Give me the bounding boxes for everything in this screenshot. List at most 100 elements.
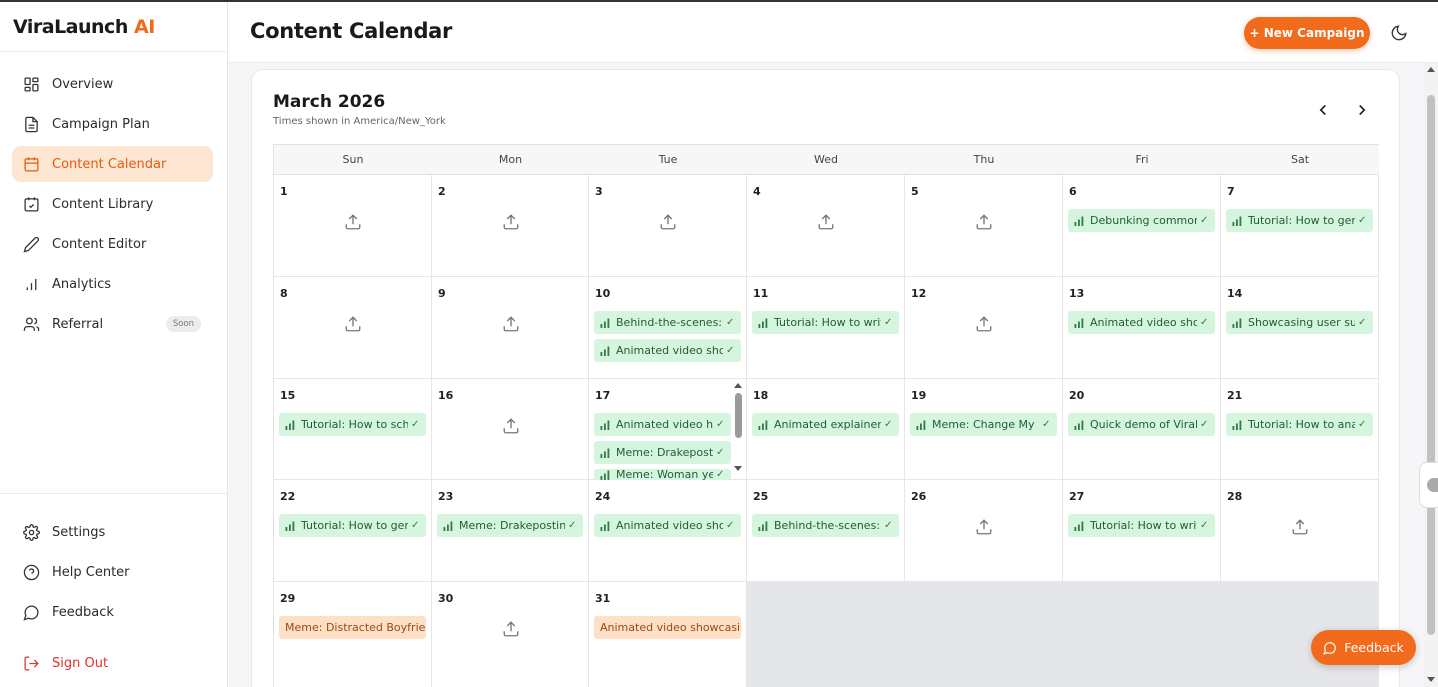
- scheduled-post-chip[interactable]: Tutorial: How to gene ✓: [1226, 209, 1373, 232]
- calendar-day-cell[interactable]: 25 Behind-the-scenes: Sh✓: [747, 480, 905, 582]
- calendar-day-cell[interactable]: 31 Animated video showcasing: [589, 582, 747, 687]
- calendar-day-cell[interactable]: 7 Tutorial: How to gene ✓: [1221, 175, 1379, 277]
- calendar-day-cell[interactable]: 24 Animated video show ✓: [589, 480, 747, 582]
- scroll-down-icon[interactable]: [1427, 677, 1435, 682]
- scheduled-post-chip[interactable]: Tutorial: How to write ✓: [1068, 514, 1215, 537]
- sidebar-item-referral[interactable]: Referral Soon: [12, 306, 213, 342]
- calendar-day-cell[interactable]: 27 Tutorial: How to write ✓: [1063, 480, 1221, 582]
- scheduled-post-chip[interactable]: Meme: Drakeposti ✓: [594, 441, 731, 464]
- scheduled-post-chip[interactable]: Animated video show ✓: [594, 514, 741, 537]
- upload-icon[interactable]: [502, 213, 520, 231]
- calendar-day-cell[interactable]: 17 Animated video hig ✓ Meme: Drakeposti ✓ Me…: [589, 379, 747, 480]
- sidebar-item-help-center[interactable]: Help Center: [12, 554, 213, 590]
- sidebar-item-overview[interactable]: Overview: [12, 66, 213, 102]
- calendar-day-cell[interactable]: 11 Tutorial: How to write ✓: [747, 277, 905, 379]
- calendar-day-cell[interactable]: 8: [274, 277, 432, 379]
- calendar-day-cell[interactable]: 5: [905, 175, 1063, 277]
- brand-suffix: AI: [133, 16, 155, 38]
- cell-scroll-down-icon[interactable]: [734, 466, 742, 471]
- day-number: 20: [1069, 389, 1085, 402]
- side-widget-tab[interactable]: [1419, 462, 1438, 508]
- next-month-icon[interactable]: [1353, 101, 1371, 119]
- post-title: Meme: Woman yel: [616, 469, 713, 480]
- cell-scroll-up-icon[interactable]: [734, 383, 742, 388]
- upload-icon[interactable]: [502, 620, 520, 638]
- scheduled-post-chip[interactable]: Tutorial: How to write ✓: [752, 311, 899, 334]
- calendar-day-cell[interactable]: 12: [905, 277, 1063, 379]
- upload-icon[interactable]: [975, 315, 993, 333]
- calendar-day-cell[interactable]: 20 Quick demo of ViraLa ✓: [1063, 379, 1221, 480]
- sidebar-item-settings[interactable]: Settings: [12, 514, 213, 550]
- calendar-day-cell[interactable]: 29 Meme: Distracted Boyfriend: [274, 582, 432, 687]
- sidebar-item-content-calendar[interactable]: Content Calendar: [12, 146, 213, 182]
- calendar-day-cell[interactable]: 30: [432, 582, 589, 687]
- upload-icon[interactable]: [659, 213, 677, 231]
- calendar-empty-cell: [905, 582, 1063, 687]
- day-number: 18: [753, 389, 769, 402]
- day-number: 24: [595, 490, 611, 503]
- cell-scrollbar-thumb[interactable]: [735, 393, 742, 438]
- scrollbar-thumb[interactable]: [1427, 95, 1435, 635]
- scheduled-post-chip[interactable]: Showcasing user succ✓: [1226, 311, 1373, 334]
- calendar-day-cell[interactable]: 22 Tutorial: How to gene ✓: [274, 480, 432, 582]
- calendar-day-cell[interactable]: 21 Tutorial: How to analy✓: [1221, 379, 1379, 480]
- calendar-day-cell[interactable]: 2: [432, 175, 589, 277]
- scheduled-post-chip[interactable]: Meme: Change My Mi ✓: [910, 413, 1057, 436]
- scheduled-post-chip[interactable]: Meme: Woman yel ✓: [594, 469, 731, 480]
- sidebar-item-content-editor[interactable]: Content Editor: [12, 226, 213, 262]
- upload-icon[interactable]: [344, 213, 362, 231]
- calendar-day-cell[interactable]: 3: [589, 175, 747, 277]
- page-scrollbar[interactable]: [1424, 63, 1438, 687]
- new-campaign-button[interactable]: + New Campaign: [1244, 17, 1370, 49]
- scheduled-post-chip[interactable]: Behind-the-scenes: Sh✓: [752, 514, 899, 537]
- calendar-day-cell[interactable]: 14 Showcasing user succ✓: [1221, 277, 1379, 379]
- post-title: Behind-the-scenes: Sh: [774, 519, 881, 532]
- sidebar-item-campaign-plan[interactable]: Campaign Plan: [12, 106, 213, 142]
- scheduled-post-chip[interactable]: Behind-the-scenes: Sh✓: [594, 311, 741, 334]
- scheduled-post-chip[interactable]: Debunking common s✓: [1068, 209, 1215, 232]
- sidebar-item-sign-out[interactable]: Sign Out: [12, 645, 213, 681]
- page-title: Content Calendar: [250, 19, 453, 43]
- calendar-day-cell[interactable]: 23 Meme: Drakeposting ✓: [432, 480, 589, 582]
- calendar-day-cell[interactable]: 1: [274, 175, 432, 277]
- scroll-up-icon[interactable]: [1427, 67, 1435, 72]
- calendar-day-cell[interactable]: 9: [432, 277, 589, 379]
- calendar-day-cell[interactable]: 10Behind-the-scenes: Sh✓Animated video s…: [589, 277, 747, 379]
- scheduled-post-chip[interactable]: Animated video show ✓: [594, 339, 741, 362]
- post-title: Quick demo of ViraLa: [1090, 418, 1197, 431]
- scheduled-post-chip[interactable]: Meme: Drakeposting ✓: [437, 514, 583, 537]
- sidebar-item-feedback[interactable]: Feedback: [12, 594, 213, 630]
- bar-chart-icon: [600, 420, 612, 430]
- calendar-day-cell[interactable]: 6 Debunking common s✓: [1063, 175, 1221, 277]
- scheduled-post-chip[interactable]: Quick demo of ViraLa ✓: [1068, 413, 1215, 436]
- calendar-day-cell[interactable]: 4: [747, 175, 905, 277]
- upload-icon[interactable]: [1291, 518, 1309, 536]
- floating-feedback-button[interactable]: Feedback: [1311, 630, 1416, 665]
- sidebar-item-content-library[interactable]: Content Library: [12, 186, 213, 222]
- calendar-day-cell[interactable]: 18 Animated explainer vi✓: [747, 379, 905, 480]
- scheduled-post-chip[interactable]: Animated video show ✓: [1068, 311, 1215, 334]
- upload-icon[interactable]: [502, 417, 520, 435]
- calendar-day-cell[interactable]: 26: [905, 480, 1063, 582]
- scheduled-post-chip[interactable]: Meme: Distracted Boyfriend: [279, 616, 426, 639]
- scheduled-post-chip[interactable]: Tutorial: How to gene ✓: [279, 514, 426, 537]
- scheduled-post-chip[interactable]: Tutorial: How to analy✓: [1226, 413, 1373, 436]
- upload-icon[interactable]: [344, 315, 362, 333]
- calendar-day-cell[interactable]: 16: [432, 379, 589, 480]
- scheduled-post-chip[interactable]: Tutorial: How to sche ✓: [279, 413, 426, 436]
- upload-icon[interactable]: [817, 213, 835, 231]
- calendar-day-cell[interactable]: 28: [1221, 480, 1379, 582]
- upload-icon[interactable]: [502, 315, 520, 333]
- calendar-day-cell[interactable]: 13 Animated video show ✓: [1063, 277, 1221, 379]
- prev-month-icon[interactable]: [1314, 101, 1332, 119]
- scheduled-post-chip[interactable]: Animated explainer vi✓: [752, 413, 899, 436]
- brand-logo[interactable]: ViraLaunch AI: [0, 2, 227, 52]
- calendar-day-cell[interactable]: 15 Tutorial: How to sche ✓: [274, 379, 432, 480]
- scheduled-post-chip[interactable]: Animated video showcasing: [594, 616, 741, 639]
- calendar-day-cell[interactable]: 19 Meme: Change My Mi ✓: [905, 379, 1063, 480]
- upload-icon[interactable]: [975, 518, 993, 536]
- scheduled-post-chip[interactable]: Animated video hig ✓: [594, 413, 731, 436]
- moon-icon[interactable]: [1390, 24, 1408, 42]
- upload-icon[interactable]: [975, 213, 993, 231]
- sidebar-item-analytics[interactable]: Analytics: [12, 266, 213, 302]
